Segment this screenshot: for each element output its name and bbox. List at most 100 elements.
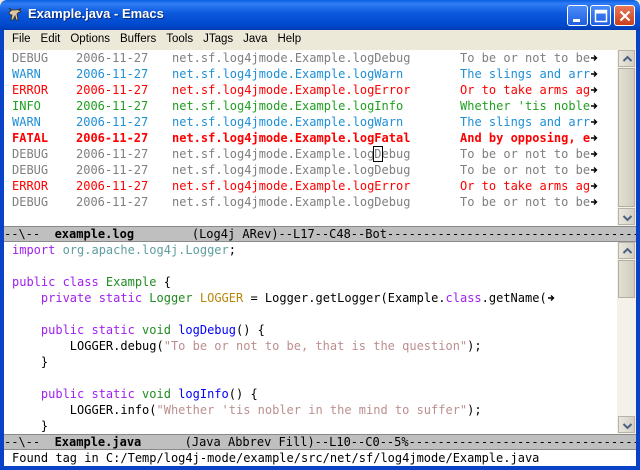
log-line: DEBUG 2006-11-27 net.sf.log4jmode.Example.… [4,50,617,66]
log-message: To be or not to be [460,147,591,161]
menu-tools[interactable]: Tools [161,30,198,48]
line-wrap-arrow-icon [590,163,599,177]
code-line: public static void logDebug() { [4,322,617,338]
code-token: ); [467,403,482,417]
modeline-buffer-name: example.log [54,227,135,241]
window-title: Example.java - Emacs [28,6,164,21]
log-date: 2006-11-27 [76,147,149,161]
code-token: logDebug [178,323,236,337]
java-source-pane[interactable]: import org.apache.log4j.Logger; public c… [4,242,617,434]
code-token: "To be or not to be, that is the questio… [163,339,468,353]
line-wrap-arrow-icon [590,83,599,97]
scroll-down-arrow-icon [622,215,633,222]
code-token: Example [105,275,157,289]
code-token: public static [12,323,143,337]
close-button[interactable] [614,5,635,26]
menu-file[interactable]: File [7,30,36,48]
code-token: import [12,243,63,257]
logger-prefix: net.sf.log4jmode.Example.log [172,147,375,161]
log-message: To be or not to be [460,195,591,209]
log-level: DEBUG [12,163,49,177]
log-message: The slings and arr [460,115,591,129]
log-logger: net.sf.log4jmode.Example.logDebug [172,195,411,209]
log-buffer-pane[interactable]: DEBUG 2006-11-27 net.sf.log4jmode.Example.… [4,50,617,226]
emacs-gnu-icon[interactable] [7,7,23,23]
code-token: LOGGER [199,291,244,305]
log-logger: net.sf.log4jmode.Example.logDebug [172,51,411,65]
log-level: ERROR [12,83,49,97]
log-message: The slings and arr [460,67,591,81]
menu-java[interactable]: Java [238,30,272,48]
menu-options[interactable]: Options [65,30,115,48]
code-line: LOGGER.debug("To be or not to be, that i… [4,338,617,354]
log-date: 2006-11-27 [76,131,149,145]
code-pane-scrollbar[interactable] [617,242,636,434]
maximize-icon [594,9,608,23]
code-token: { [156,275,171,289]
scroll-down-button[interactable] [618,208,635,225]
code-token: () { [228,387,258,401]
scroll-up-arrow-icon [622,55,633,62]
close-icon [619,10,631,22]
menu-jtags[interactable]: JTags [198,30,238,48]
modeline-status: --\-- [4,435,55,449]
code-line: public static void logInfo() { [4,386,617,402]
minimize-icon [573,19,580,22]
log-date: 2006-11-27 [76,83,149,97]
code-token: private static [12,291,150,305]
log-buffer-modeline[interactable]: --\-- example.log (Log4j ARev)--L17--C48… [4,226,636,242]
line-wrap-arrow-icon [590,195,599,209]
log-message: Whether 'tis noble [460,99,591,113]
log-level: DEBUG [12,51,49,65]
maximize-button[interactable] [590,5,611,26]
code-token: public static [12,387,143,401]
modeline-mode-info: (Log4j ARev)--L17--C48--Bot-------------… [191,227,636,241]
menu-help[interactable]: Help [272,30,306,48]
menu-buffers[interactable]: Buffers [115,30,161,48]
code-token: ); [467,339,482,353]
code-token: Logger [149,291,193,305]
log-level: INFO [12,99,41,113]
java-buffer-modeline[interactable]: --\-- Example.java (Java Abbrev Fill)--L… [4,434,636,450]
code-token: LOGGER.info( [12,403,157,417]
log-date: 2006-11-27 [76,163,149,177]
code-token: logInfo [178,387,229,401]
menu-bar: File Edit Options Buffers Tools JTags Ja… [4,30,636,48]
line-wrap-arrow-icon [547,291,556,305]
log-date: 2006-11-27 [76,51,149,65]
log-level: WARN [12,115,41,129]
scroll-down-button[interactable] [618,416,635,433]
minimize-button[interactable] [567,5,588,26]
log-logger: net.sf.log4jmode.Example.logError [172,179,411,193]
scroll-up-arrow-icon [622,247,633,254]
code-line: } [4,354,617,370]
log-pane-scrollbar[interactable] [617,50,636,226]
log-line: DEBUG 2006-11-27 net.sf.log4jmode.Example.… [4,194,617,210]
line-wrap-arrow-icon [590,99,599,113]
scroll-up-button[interactable] [618,242,635,259]
scroll-down-arrow-icon [622,423,633,430]
log-logger: net.sf.log4jmode.Example.logDebug [172,163,411,177]
log-logger: net.sf.log4jmode.Example.logDebug [172,146,460,162]
line-wrap-arrow-icon [590,179,599,193]
menu-edit[interactable]: Edit [36,30,66,48]
log-pane-scroll-thumb[interactable] [618,68,635,207]
window-border-bottom [0,466,640,470]
log-date: 2006-11-27 [76,195,149,209]
log-line: FATAL 2006-11-27 net.sf.log4jmode.Example.… [4,130,617,146]
line-wrap-arrow-icon [590,131,599,145]
logger-suffix: ebug [381,147,411,161]
line-wrap-arrow-icon [590,115,599,129]
code-line: public class Example { [4,274,617,290]
line-wrap-arrow-icon [590,51,599,65]
code-token: void [142,387,171,401]
text-cursor: D [373,146,383,162]
log-line: DEBUG 2006-11-27 net.sf.log4jmode.Example.… [4,146,617,162]
window-titlebar[interactable]: Example.java - Emacs [0,0,640,30]
scroll-up-button[interactable] [618,50,635,67]
code-pane-scroll-thumb[interactable] [618,260,635,298]
